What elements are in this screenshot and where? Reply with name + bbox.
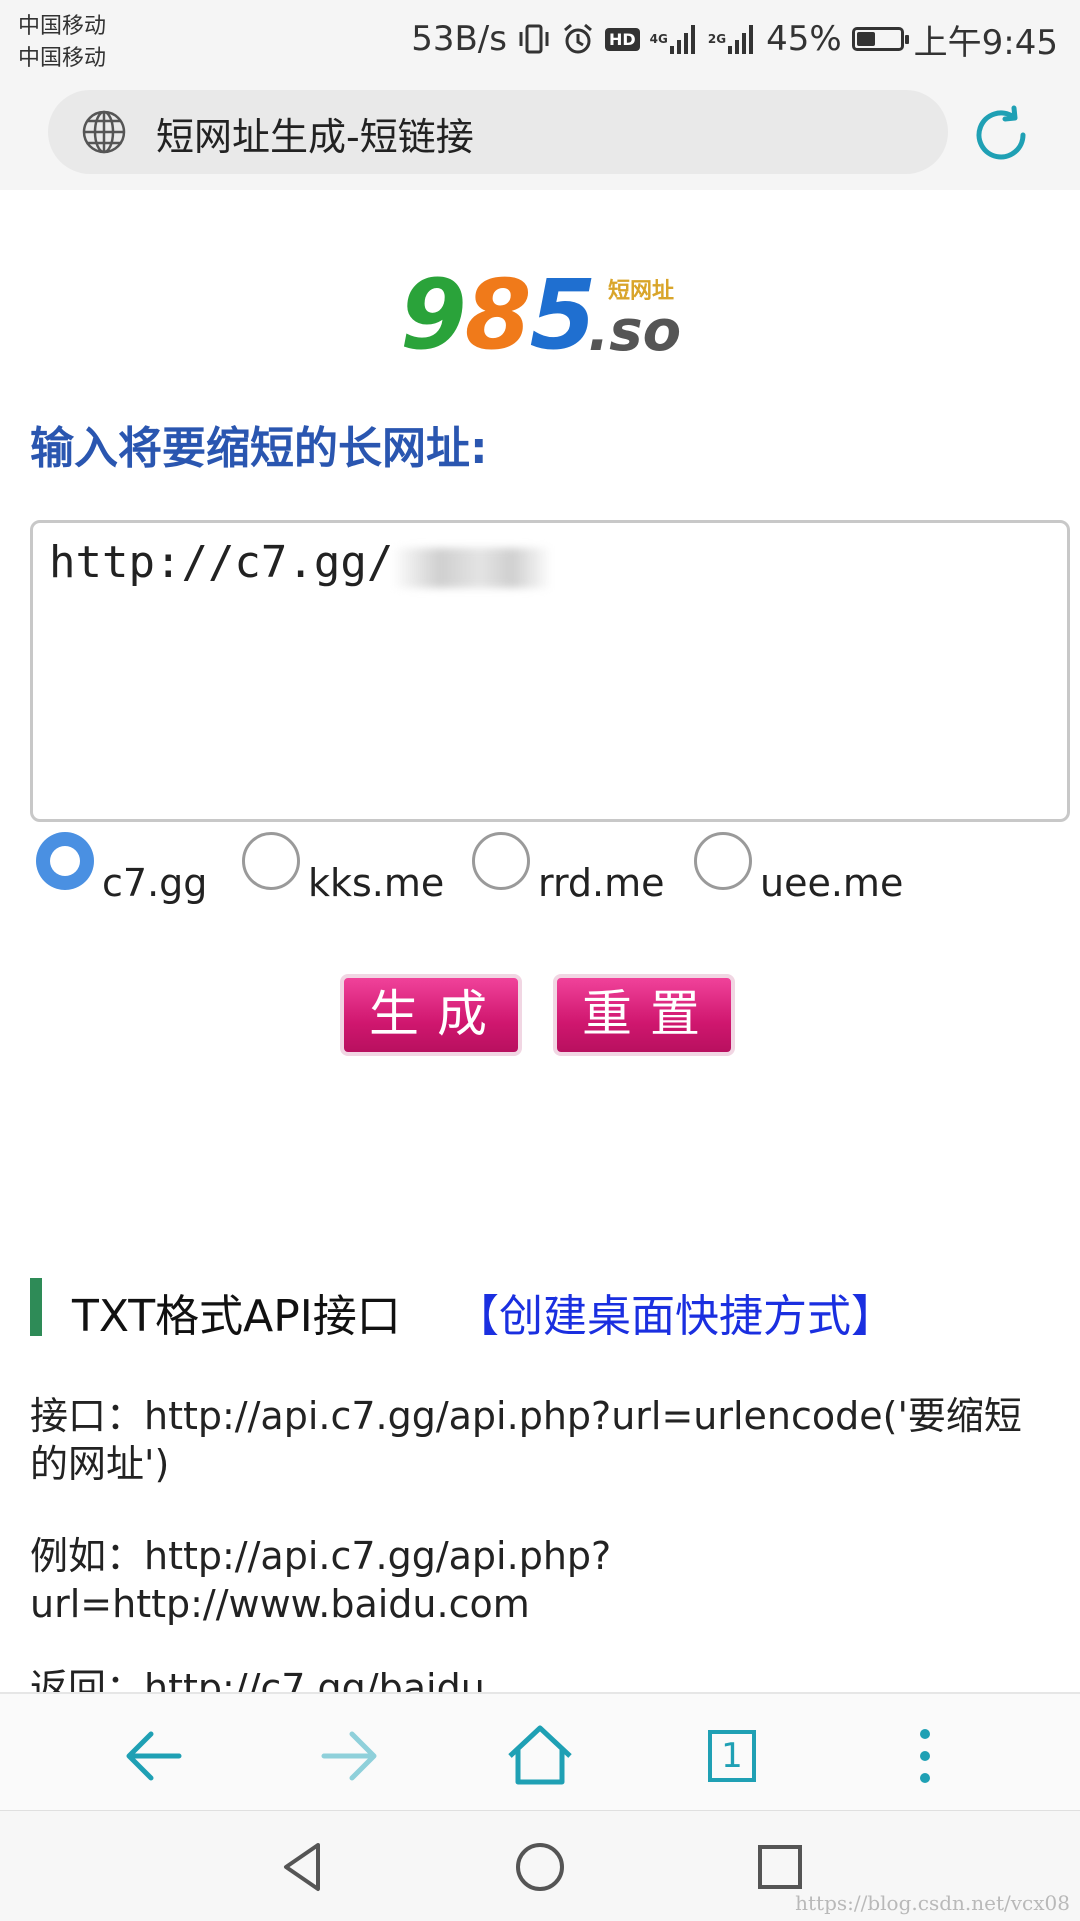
domain-option-c7gg[interactable]: c7.gg [36, 832, 208, 906]
domain-option-kksme[interactable]: kks.me [242, 832, 445, 906]
tabs-button[interactable]: 1 [692, 1716, 772, 1796]
battery-percent: 45% [766, 19, 842, 59]
status-bar: 中国移动 中国移动 53B/s HD 4G 2G 45% 上午9:45 [0, 0, 1080, 80]
domain-label-kksme: kks.me [308, 861, 445, 905]
logo-digits: 985 [400, 265, 596, 365]
domain-label-rrdme: rrd.me [538, 861, 665, 905]
domain-label-c7gg: c7.gg [102, 861, 208, 905]
redacted-url-part [392, 548, 552, 588]
browser-address-area: 短网址生成-短链接 [0, 80, 1080, 190]
vibrate-icon [517, 22, 551, 56]
watermark: https://blog.csdn.net/vcx08 [795, 1891, 1070, 1915]
home-icon[interactable] [500, 1716, 580, 1796]
logo-digit-5: 5 [529, 259, 597, 371]
create-shortcut-link[interactable]: 【创建桌面快捷方式】 [455, 1280, 895, 1344]
generate-button[interactable]: 生成 [340, 974, 522, 1056]
logo-digit-9: 9 [400, 259, 467, 371]
alarm-icon [561, 22, 595, 56]
net-2g-label: 2G [707, 32, 727, 46]
site-logo: 985 短网址 .so [400, 265, 690, 365]
battery-icon [851, 27, 909, 51]
system-nav-bar: https://blog.csdn.net/vcx08 [0, 1810, 1080, 1921]
clock: 上午9:45 [913, 22, 1058, 63]
tab-count: 1 [721, 1736, 743, 1776]
reset-button[interactable]: 重置 [553, 974, 735, 1056]
globe-icon [82, 110, 126, 154]
address-bar[interactable]: 短网址生成-短链接 [48, 90, 948, 174]
page-title: 短网址生成-短链接 [156, 115, 474, 159]
domain-label-ueeme: uee.me [760, 861, 904, 905]
domain-option-rrdme[interactable]: rrd.me [472, 832, 665, 906]
input-heading: 输入将要缩短的长网址: [30, 423, 488, 474]
api-example-text: 例如：http://api.c7.gg/api.php?url=http://w… [30, 1534, 612, 1626]
logo-suffix: .so [588, 299, 682, 364]
api-endpoint-text: 接口：http://api.c7.gg/api.php?url=urlencod… [30, 1394, 1022, 1486]
radio-c7gg[interactable] [36, 832, 94, 890]
nav-recent-apps-icon[interactable] [748, 1835, 812, 1899]
signal-2g-icon: 2G [708, 22, 756, 56]
back-arrow-icon[interactable] [115, 1716, 195, 1796]
carrier-label-1: 中国移动 [18, 14, 107, 39]
net-4g-label: 4G [649, 32, 668, 46]
api-section-title: TXT格式API接口 [72, 1291, 401, 1342]
radio-kksme[interactable] [242, 832, 300, 890]
status-indicators: 53B/s HD 4G 2G 45% 上午9:45 [411, 14, 1058, 64]
more-menu-icon[interactable] [885, 1716, 965, 1796]
network-speed: 53B/s [411, 19, 507, 59]
hd-badge: HD [604, 27, 640, 51]
radio-rrdme[interactable] [472, 832, 530, 890]
carrier-label-2: 中国移动 [18, 46, 107, 71]
signal-4g-icon: 4G [650, 22, 698, 56]
logo-digit-8: 8 [464, 259, 532, 371]
section-accent-bar [30, 1278, 42, 1336]
forward-arrow-icon[interactable] [308, 1716, 388, 1796]
nav-home-icon[interactable] [508, 1835, 572, 1899]
radio-ueeme[interactable] [694, 832, 752, 890]
battery-fill [856, 32, 876, 46]
nav-back-icon[interactable] [272, 1835, 336, 1899]
reload-icon[interactable] [968, 102, 1034, 168]
browser-toolbar: 1 [0, 1692, 1080, 1810]
domain-option-ueeme[interactable]: uee.me [694, 832, 904, 906]
